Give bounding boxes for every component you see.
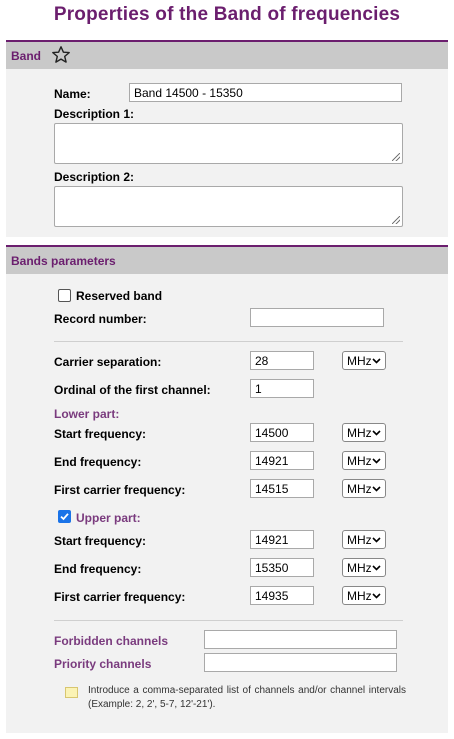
divider [54,620,403,621]
lower-start-unit-select[interactable]: MHz [342,423,386,442]
lower-end-frequency-label: End frequency: [54,455,142,469]
chevron-down-icon [372,358,381,364]
carrier-separation-unit-select[interactable]: MHz [342,351,386,370]
resize-grip-icon[interactable] [392,153,400,161]
lower-first-carrier-unit-value: MHz [347,482,372,496]
ordinal-first-channel-label: Ordinal of the first channel: [54,383,211,397]
description-1-label: Description 1: [54,107,135,121]
chevron-down-icon [372,565,381,571]
reserved-band-label: Reserved band [76,289,163,303]
ordinal-first-channel-input[interactable] [250,379,314,398]
upper-first-carrier-unit-value: MHz [347,589,372,603]
chevron-down-icon [372,486,381,492]
star-icon[interactable] [51,45,71,65]
carrier-separation-unit-value: MHz [347,354,372,368]
bands-parameters-title: Bands parameters [11,254,116,268]
upper-end-frequency-input[interactable] [250,558,314,577]
upper-part-checkbox[interactable] [58,510,71,523]
description-2-label: Description 2: [54,170,135,184]
lower-part-title: Lower part: [54,407,120,421]
divider [54,341,403,342]
resize-grip-icon[interactable] [392,216,400,224]
forbidden-channels-label: Forbidden channels [54,634,169,648]
record-number-label: Record number: [54,312,147,326]
lower-end-unit-value: MHz [347,454,372,468]
priority-channels-label: Priority channels [54,657,152,671]
band-section-title: Band [11,49,41,63]
checkmark-icon [60,513,69,521]
upper-end-frequency-label: End frequency: [54,562,142,576]
carrier-separation-input[interactable] [250,351,314,370]
name-label: Name: [54,87,91,101]
chevron-down-icon [372,458,381,464]
priority-channels-input[interactable] [204,653,397,672]
description-2-textarea[interactable] [54,186,403,227]
upper-start-frequency-label: Start frequency: [54,534,147,548]
carrier-separation-label: Carrier separation: [54,355,162,369]
band-section-header: Band [6,40,448,69]
chevron-down-icon [372,430,381,436]
chevron-down-icon [372,537,381,543]
note-icon [65,687,78,698]
upper-first-carrier-label: First carrier frequency: [54,590,186,604]
name-input[interactable] [129,83,402,102]
bands-parameters-header: Bands parameters [6,245,448,274]
page-title: Properties of the Band of frequencies [53,4,401,25]
channels-help-note: Introduce a comma-separated list of chan… [88,685,406,710]
lower-end-frequency-input[interactable] [250,451,314,470]
lower-first-carrier-input[interactable] [250,479,314,498]
band-section: Band Name: Description 1: Description 2: [6,40,448,237]
record-number-input[interactable] [250,308,384,327]
lower-start-frequency-input[interactable] [250,423,314,442]
lower-start-frequency-label: Start frequency: [54,427,147,441]
forbidden-channels-input[interactable] [204,630,397,649]
upper-part-title: Upper part: [76,511,141,525]
lower-end-unit-select[interactable]: MHz [342,451,386,470]
upper-end-unit-value: MHz [347,561,372,575]
lower-first-carrier-label: First carrier frequency: [54,483,186,497]
upper-start-frequency-input[interactable] [250,530,314,549]
upper-first-carrier-unit-select[interactable]: MHz [342,586,386,605]
bands-parameters-section: Bands parameters Reserved band Record nu… [6,245,448,733]
upper-end-unit-select[interactable]: MHz [342,558,386,577]
upper-start-unit-value: MHz [347,533,372,547]
description-1-textarea[interactable] [54,123,403,164]
upper-start-unit-select[interactable]: MHz [342,530,386,549]
chevron-down-icon [372,593,381,599]
upper-first-carrier-input[interactable] [250,586,314,605]
lower-first-carrier-unit-select[interactable]: MHz [342,479,386,498]
lower-start-unit-value: MHz [347,426,372,440]
reserved-band-checkbox[interactable] [58,289,71,302]
